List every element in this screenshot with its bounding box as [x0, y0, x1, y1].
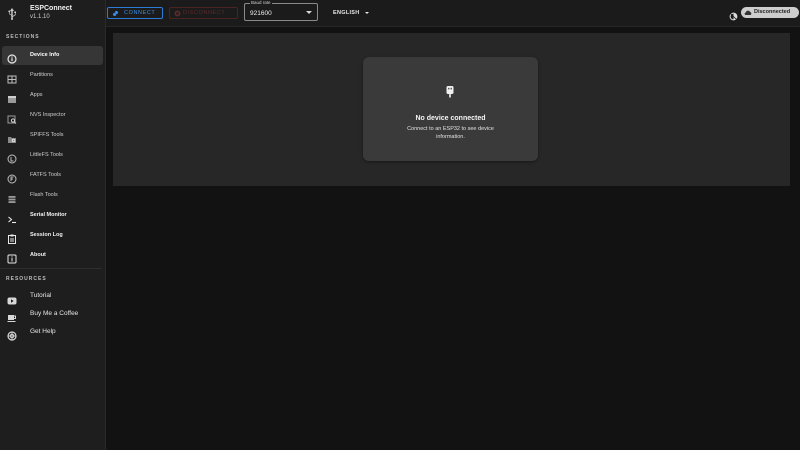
baud-rate-select[interactable]: Baud rate 921600 [244, 0, 318, 21]
empty-state-card: No device connected Connect to an ESP32 … [363, 57, 538, 161]
connect-label: CONNECT [124, 10, 156, 16]
sidebar-item-flash-tools[interactable]: Flash Tools [2, 186, 103, 205]
sidebar-item-label: Apps [30, 92, 43, 98]
fatfs-circle-icon [7, 171, 17, 184]
connection-status-chip: Disconnected [741, 7, 799, 18]
info-circle-icon [7, 51, 17, 64]
close-circle-icon [174, 10, 181, 17]
sidebar-item-partitions[interactable]: Partitions [2, 66, 103, 85]
baud-rate-value: 921600 [250, 10, 272, 17]
chevron-down-icon [365, 12, 369, 14]
sidebar-item-about[interactable]: About [2, 246, 103, 265]
disconnect-label: DISCONNECT [183, 10, 226, 16]
resource-get-help[interactable]: Get Help [2, 323, 103, 341]
youtube-icon [7, 292, 17, 305]
about-info-icon [7, 251, 17, 264]
sidebar: ESPConnect v1.1.10 SECTIONS Device Info … [0, 0, 106, 450]
top-bar: CONNECT DISCONNECT Baud rate 921600 ENGL… [106, 0, 800, 27]
usb-icon [7, 8, 17, 20]
sidebar-item-fatfs-tools[interactable]: FATFS Tools [2, 166, 103, 185]
sidebar-item-label: Partitions [30, 72, 53, 78]
app-version: v1.1.10 [30, 14, 50, 20]
app-window: ESPConnect v1.1.10 SECTIONS Device Info … [0, 0, 800, 450]
resources-heading: RESOURCES [6, 276, 47, 282]
cloud-off-icon [744, 9, 752, 16]
language-select[interactable]: ENGLISH [333, 10, 360, 16]
sections-heading: SECTIONS [6, 34, 40, 40]
sidebar-item-label: FATFS Tools [30, 172, 61, 178]
lifebuoy-icon [7, 328, 17, 341]
brand: ESPConnect v1.1.10 [0, 0, 106, 28]
sidebar-item-label: About [30, 252, 46, 258]
app-title: ESPConnect [30, 5, 73, 12]
sidebar-item-label: Serial Monitor [30, 212, 67, 218]
empty-state-title: No device connected [415, 115, 486, 122]
littlefs-circle-icon [7, 151, 17, 164]
sidebar-item-label: Device Info [30, 52, 60, 58]
resource-label: Get Help [30, 328, 56, 335]
apps-window-icon [7, 91, 17, 103]
theme-toggle-icon[interactable] [729, 8, 738, 21]
sidebar-item-label: SPIFFS Tools [30, 132, 64, 138]
connection-status-text: Disconnected [754, 9, 791, 15]
sidebar-divider [0, 268, 102, 269]
resource-label: Tutorial [30, 292, 52, 299]
sidebar-item-spiffs-tools[interactable]: SPIFFS Tools [2, 126, 103, 145]
sidebar-item-label: Session Log [30, 232, 63, 238]
resource-buy-me-a-coffee[interactable]: Buy Me a Coffee [2, 305, 103, 323]
usb-device-icon [445, 85, 455, 99]
clipboard-icon [7, 231, 17, 244]
terminal-icon [7, 211, 17, 224]
nvs-search-icon [7, 111, 17, 124]
table-grid-icon [7, 71, 17, 84]
sidebar-item-littlefs-tools[interactable]: LittleFS Tools [2, 146, 103, 165]
sidebar-item-apps[interactable]: Apps [2, 86, 103, 105]
sidebar-item-label: NVS Inspector [30, 112, 66, 118]
connect-button[interactable]: CONNECT [107, 7, 163, 19]
sidebar-item-serial-monitor[interactable]: Serial Monitor [2, 206, 103, 225]
sidebar-item-label: Flash Tools [30, 192, 58, 198]
resource-tutorial[interactable]: Tutorial [2, 287, 103, 305]
resource-label: Buy Me a Coffee [30, 310, 79, 317]
disconnect-button[interactable]: DISCONNECT [169, 7, 238, 19]
sidebar-item-device-info[interactable]: Device Info [2, 46, 103, 65]
sidebar-item-nvs-inspector[interactable]: NVS Inspector [2, 106, 103, 125]
empty-state-text: Connect to an ESP32 to see device inform… [407, 126, 494, 140]
coffee-icon [7, 310, 17, 322]
chevron-down-icon [306, 11, 312, 14]
sidebar-item-session-log[interactable]: Session Log [2, 226, 103, 245]
sidebar-item-label: LittleFS Tools [30, 152, 63, 158]
memory-stack-icon [7, 191, 17, 203]
folder-search-icon [7, 131, 17, 143]
baud-rate-label: Baud rate [250, 0, 272, 5]
usb-connect-icon [112, 10, 119, 17]
